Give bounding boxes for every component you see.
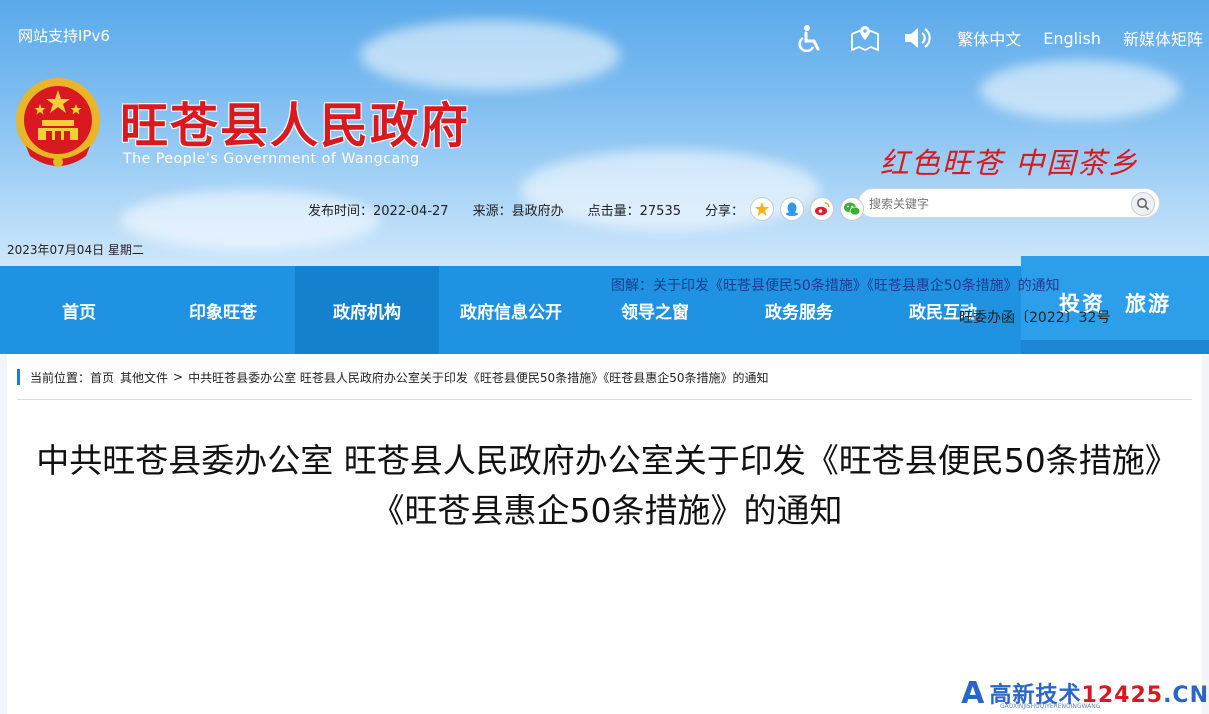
nav-info-disclosure[interactable]: 政府信息公开 [439,266,583,354]
qzone-icon[interactable] [750,197,774,221]
breadcrumb-prefix: 当前位置： [30,370,91,385]
nav-home[interactable]: 首页 [7,266,151,354]
hits-label: 点击量： [587,203,640,219]
traditional-chinese-link[interactable]: 繁体中文 [957,26,1021,50]
breadcrumb-current[interactable]: 中共旺苍县委办公室 旺苍县人民政府办公室关于印发《旺苍县便民50条措施》《旺苍县… [188,369,768,386]
site-header: 网站支持IPv6 繁体中文 English 新媒体矩阵 旺苍县人民政府 The … [0,0,1209,266]
top-links: 繁体中文 English 新媒体矩阵 [795,20,1209,56]
related-graphic-link[interactable]: 图解：关于印发《旺苍县便民50条措施》《旺苍县惠企50条措施》的通知 [611,275,1060,295]
hits-count: 27535 [639,203,681,219]
weibo-icon[interactable] [810,197,834,221]
article-meta: 发布时间：2022-04-27 来源：县政府办 点击量：27535 分享： [0,196,1209,222]
source-label: 来源： [472,203,512,219]
share-label: 分享： [704,203,744,219]
breadcrumb-separator: > [173,370,184,384]
breadcrumb-category[interactable]: 其他文件 [120,369,168,386]
document-number: 旺委办函〔2022〕32号 [959,310,1111,326]
ipv6-notice: 网站支持IPv6 [18,27,110,45]
watermark-logo-icon: A [961,675,985,711]
nav-impression[interactable]: 印象旺苍 [151,266,295,354]
article-title: 中共旺苍县委办公室 旺苍县人民政府办公室关于印发《旺苍县便民50条措施》《旺苍县… [36,441,1178,530]
slogan: 红色旺苍 中国茶乡 [880,146,1140,180]
breadcrumb: 当前位置： 首页 其他文件 > 中共旺苍县委办公室 旺苍县人民政府办公室关于印发… [17,368,768,386]
nav-invest-travel: 投资 旅游 [1021,256,1209,354]
speaker-icon[interactable] [903,22,935,54]
national-emblem-logo [12,76,104,174]
map-location-icon[interactable] [849,22,881,54]
current-date: 2023年07月04日 星期二 [7,243,144,257]
source-value: 县政府办 [511,203,564,219]
watermark-sub: GAOXINJISHUQIYERENDINGWANG [1000,703,1101,710]
breadcrumb-marker [17,369,20,385]
nav-travel[interactable]: 旅游 [1125,288,1171,318]
accessibility-icon[interactable] [795,22,827,54]
publish-date: 2022-04-27 [373,203,449,219]
divider [17,399,1192,400]
english-link[interactable]: English [1043,29,1101,48]
publish-label: 发布时间： [308,203,374,219]
wechat-icon[interactable] [840,197,864,221]
qq-icon[interactable] [780,197,804,221]
new-media-matrix-link[interactable]: 新媒体矩阵 [1123,26,1203,50]
watermark: A 高新技术12425.CN GAOXINJISHUQIYERENDINGWAN… [960,672,1209,714]
site-title: 旺苍县人民政府 [120,98,471,154]
watermark-text-c: .CN [1163,683,1209,708]
site-subtitle: The People's Government of Wangcang [123,151,420,167]
breadcrumb-home[interactable]: 首页 [90,369,114,386]
article-panel: 当前位置： 首页 其他文件 > 中共旺苍县委办公室 旺苍县人民政府办公室关于印发… [7,354,1202,714]
nav-gov-agencies[interactable]: 政府机构 [295,266,439,354]
